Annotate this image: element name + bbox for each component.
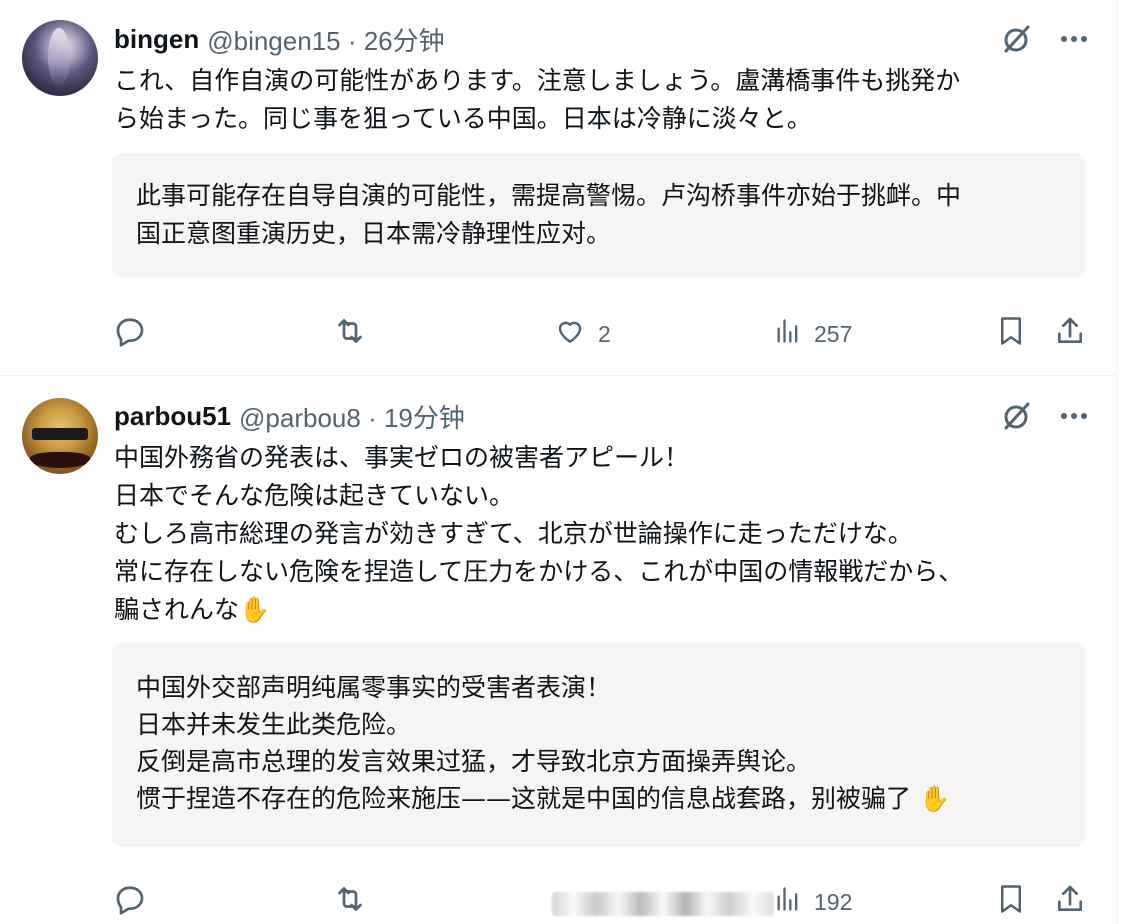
repost-arrows-icon xyxy=(332,313,368,355)
action-bar: 192 xyxy=(112,882,1088,922)
views-button[interactable]: 257 xyxy=(774,314,852,354)
avatar[interactable] xyxy=(22,398,98,474)
more-dots-icon[interactable] xyxy=(1060,34,1088,44)
reply-button[interactable] xyxy=(112,314,148,354)
grok-slash-icon[interactable] xyxy=(1000,400,1032,432)
share-button[interactable] xyxy=(1054,882,1086,922)
grok-slash-icon[interactable] xyxy=(1000,23,1032,55)
share-icon xyxy=(1054,315,1086,353)
handle-and-time[interactable]: @bingen15 · 26分钟 xyxy=(207,21,444,58)
post[interactable]: bingen @bingen15 · 26分钟 これ、自作自演の可能性があります… xyxy=(0,0,1116,376)
translation-box: 中国外交部声明纯属零事实的受害者表演！ 日本并未发生此类危险。 反倒是高市总理的… xyxy=(112,643,1085,847)
column-border xyxy=(1116,0,1128,924)
heart-icon xyxy=(554,315,586,353)
reply-bubble-icon xyxy=(112,881,148,923)
reply-bubble-icon xyxy=(112,313,148,355)
post-header: bingen @bingen15 · 26分钟 xyxy=(114,22,1088,56)
reply-button[interactable] xyxy=(112,882,148,922)
display-name[interactable]: bingen xyxy=(114,24,199,55)
views-button[interactable]: 192 xyxy=(774,882,852,922)
post-text: これ、自作自演の可能性があります。注意しましょう。盧溝橋事件も挑発か ら始まった… xyxy=(114,66,961,133)
like-count: 2 xyxy=(598,320,611,347)
share-button[interactable] xyxy=(1054,314,1086,354)
views-bars-icon xyxy=(774,317,802,351)
repost-arrows-icon xyxy=(332,881,368,923)
like-button[interactable]: 2 xyxy=(554,314,611,354)
display-name[interactable]: parbou51 xyxy=(114,401,231,432)
avatar[interactable] xyxy=(22,20,98,96)
bookmark-icon xyxy=(996,882,1026,922)
views-count: 192 xyxy=(814,888,853,915)
post-text: 中国外務省の発表は、事実ゼロの被害者アピール！ 日本でそんな危険は起きていない。… xyxy=(114,443,964,624)
bookmark-icon xyxy=(996,314,1026,354)
handle-and-time[interactable]: @parbou8 · 19分钟 xyxy=(239,398,465,435)
post[interactable]: parbou51 @parbou8 · 19分钟 中国外務省の発表は、事実ゼロの… xyxy=(0,376,1116,924)
blurred-region xyxy=(552,892,774,916)
views-count: 257 xyxy=(814,320,853,347)
repost-button[interactable] xyxy=(332,314,368,354)
more-dots-icon[interactable] xyxy=(1060,411,1088,421)
share-icon xyxy=(1054,883,1086,921)
translation-box: 此事可能存在自导自演的可能性，需提高警惕。卢沟桥事件亦始于挑衅。中 国正意图重演… xyxy=(112,153,1085,277)
repost-button[interactable] xyxy=(332,882,368,922)
views-bars-icon xyxy=(774,885,802,919)
action-bar: 2 257 xyxy=(112,314,1088,354)
bookmark-button[interactable] xyxy=(996,314,1026,354)
bookmark-button[interactable] xyxy=(996,882,1026,922)
post-header: parbou51 @parbou8 · 19分钟 xyxy=(114,399,1088,433)
